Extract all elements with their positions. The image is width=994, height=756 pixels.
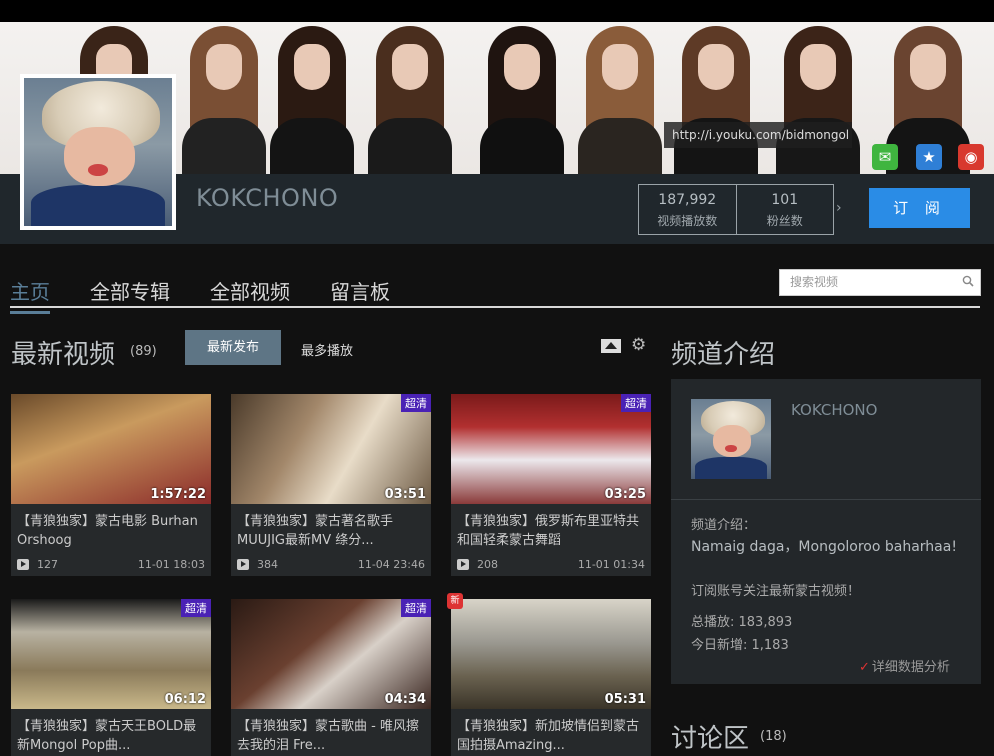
video-duration: 05:31 [604, 692, 646, 707]
video-title[interactable]: 【青狼独家】俄罗斯布里亚特共和国轻柔蒙古舞蹈 [451, 504, 651, 552]
video-title[interactable]: 【青狼独家】蒙古天王BOLD最新Mongol Pop曲... [11, 709, 211, 756]
video-card[interactable]: 1:57:22 【青狼独家】蒙古电影 Burhan Orshoog 127 11… [11, 394, 211, 576]
views-label: 视频播放数 [657, 214, 718, 228]
upload-date: 11-01 01:34 [577, 557, 645, 571]
video-duration: 03:51 [384, 487, 426, 502]
banner-figure [176, 22, 272, 174]
sort-popular-button[interactable]: 最多播放 [301, 340, 353, 359]
video-card[interactable]: 超清 06:12 【青狼独家】蒙古天王BOLD最新Mongol Pop曲... [11, 599, 211, 756]
tab-divider [10, 306, 980, 308]
search-placeholder: 搜索视频 [790, 275, 839, 289]
banner-figure [770, 22, 866, 174]
video-duration: 04:34 [384, 692, 426, 707]
play-count-icon [457, 558, 469, 570]
banner-figure [474, 22, 570, 174]
hd-badge: 超清 [621, 394, 651, 412]
subscribe-button[interactable]: 订 阅 [869, 188, 970, 228]
channel-avatar-small[interactable] [691, 399, 771, 479]
channel-stats: 187,992 视频播放数 101 粉丝数 [638, 184, 834, 235]
views-value: 187,992 [658, 192, 717, 208]
channel-tabs: 主页 全部专辑 全部视频 留言板 [10, 276, 390, 314]
weibo-icon[interactable]: ◉ [958, 144, 984, 170]
chevron-right-icon[interactable]: › [836, 200, 842, 216]
video-title[interactable]: 【青狼独家】蒙古著名歌手MUUJIG最新MV 绦分... [231, 504, 431, 552]
hd-badge: 超清 [401, 394, 431, 412]
video-card[interactable]: 超清 04:34 【青狼独家】蒙古歌曲 - 唯风擦去我的泪 Fre... [231, 599, 431, 756]
channel-avatar[interactable] [20, 74, 176, 230]
play-count: 127 [37, 557, 58, 571]
qzone-icon[interactable]: ★ [916, 144, 942, 170]
video-title[interactable]: 【青狼独家】新加坡情侣到蒙古国拍摄Amazing... [451, 709, 651, 756]
intro-text: Namaig daga，Mongoloroo baharhaa! [691, 539, 957, 555]
fans-stat[interactable]: 101 粉丝数 [735, 185, 834, 234]
video-thumbnail[interactable]: 超清 03:51 [231, 394, 431, 504]
latest-videos-count: (89) [130, 344, 157, 359]
upload-date: 11-01 18:03 [137, 557, 205, 571]
video-duration: 03:25 [604, 487, 646, 502]
tab-videos[interactable]: 全部视频 [210, 276, 290, 314]
upload-date: 11-04 23:46 [357, 557, 425, 571]
video-title[interactable]: 【青狼独家】蒙古歌曲 - 唯风擦去我的泪 Fre... [231, 709, 431, 756]
total-views: 总播放: 183,893 [691, 615, 793, 630]
channel-intro-title: 频道介绍 [671, 340, 776, 370]
top-strip [0, 0, 994, 22]
video-duration: 1:57:22 [150, 487, 206, 502]
channel-name[interactable]: KOKCHONO [196, 184, 338, 212]
tab-messages[interactable]: 留言板 [330, 276, 390, 314]
play-count: 208 [477, 557, 498, 571]
search-input[interactable]: 搜索视频 [779, 269, 981, 296]
channel-intro-panel: KOKCHONO 频道介绍： Namaig daga，Mongoloroo ba… [671, 379, 981, 684]
video-card[interactable]: 超清 03:25 【青狼独家】俄罗斯布里亚特共和国轻柔蒙古舞蹈 208 11-0… [451, 394, 651, 576]
chart-check-icon: ✓ [859, 660, 870, 675]
video-title[interactable]: 【青狼独家】蒙古电影 Burhan Orshoog [11, 504, 211, 552]
video-meta: 127 11-01 18:03 [11, 552, 211, 576]
latest-videos-title: 最新视频 [11, 340, 116, 370]
video-card[interactable]: 05:31 新 【青狼独家】新加坡情侣到蒙古国拍摄Amazing... [447, 593, 651, 756]
fans-label: 粉丝数 [766, 214, 803, 228]
video-thumbnail[interactable]: 05:31 [451, 599, 651, 709]
sort-latest-button[interactable]: 最新发布 [185, 330, 281, 365]
channel-url[interactable]: http://i.youku.com/bidmongol [664, 122, 852, 148]
video-card[interactable]: 超清 03:51 【青狼独家】蒙古著名歌手MUUJIG最新MV 绦分... 38… [231, 394, 431, 576]
play-count-icon [17, 558, 29, 570]
play-count-icon [237, 558, 249, 570]
new-badge: 新 [447, 593, 463, 609]
intro-label: 频道介绍： [691, 518, 757, 533]
wechat-icon[interactable]: ✉ [872, 144, 898, 170]
intro-text-2: 订阅账号关注最新蒙古视频！ [691, 584, 861, 599]
banner-figure [668, 22, 764, 174]
video-meta: 384 11-04 23:46 [231, 552, 431, 576]
fans-value: 101 [771, 192, 799, 208]
discussion-title: 讨论区 [671, 724, 750, 754]
collapse-up-icon[interactable] [601, 339, 621, 353]
banner-figure [362, 22, 458, 174]
data-analysis-label: 详细数据分析 [871, 660, 950, 675]
video-duration: 06:12 [164, 692, 206, 707]
discussion-count: (18) [760, 729, 787, 744]
today-new: 今日新增: 1,183 [691, 638, 789, 653]
tab-home[interactable]: 主页 [10, 276, 50, 314]
video-thumbnail[interactable]: 超清 04:34 [231, 599, 431, 709]
views-stat: 187,992 视频播放数 [639, 185, 736, 234]
video-meta: 208 11-01 01:34 [451, 552, 651, 576]
tab-albums[interactable]: 全部专辑 [90, 276, 170, 314]
hd-badge: 超清 [181, 599, 211, 617]
search-icon[interactable] [962, 275, 974, 287]
data-analysis-link[interactable]: ✓ 详细数据分析 [859, 656, 950, 675]
intro-divider [671, 499, 981, 500]
video-thumbnail[interactable]: 超清 06:12 [11, 599, 211, 709]
gear-icon[interactable]: ⚙ [631, 335, 646, 355]
banner-figure [264, 22, 360, 174]
channel-name-small[interactable]: KOKCHONO [791, 401, 877, 419]
hd-badge: 超清 [401, 599, 431, 617]
banner-figure [572, 22, 668, 174]
video-thumbnail[interactable]: 超清 03:25 [451, 394, 651, 504]
play-count: 384 [257, 557, 278, 571]
video-thumbnail[interactable]: 1:57:22 [11, 394, 211, 504]
